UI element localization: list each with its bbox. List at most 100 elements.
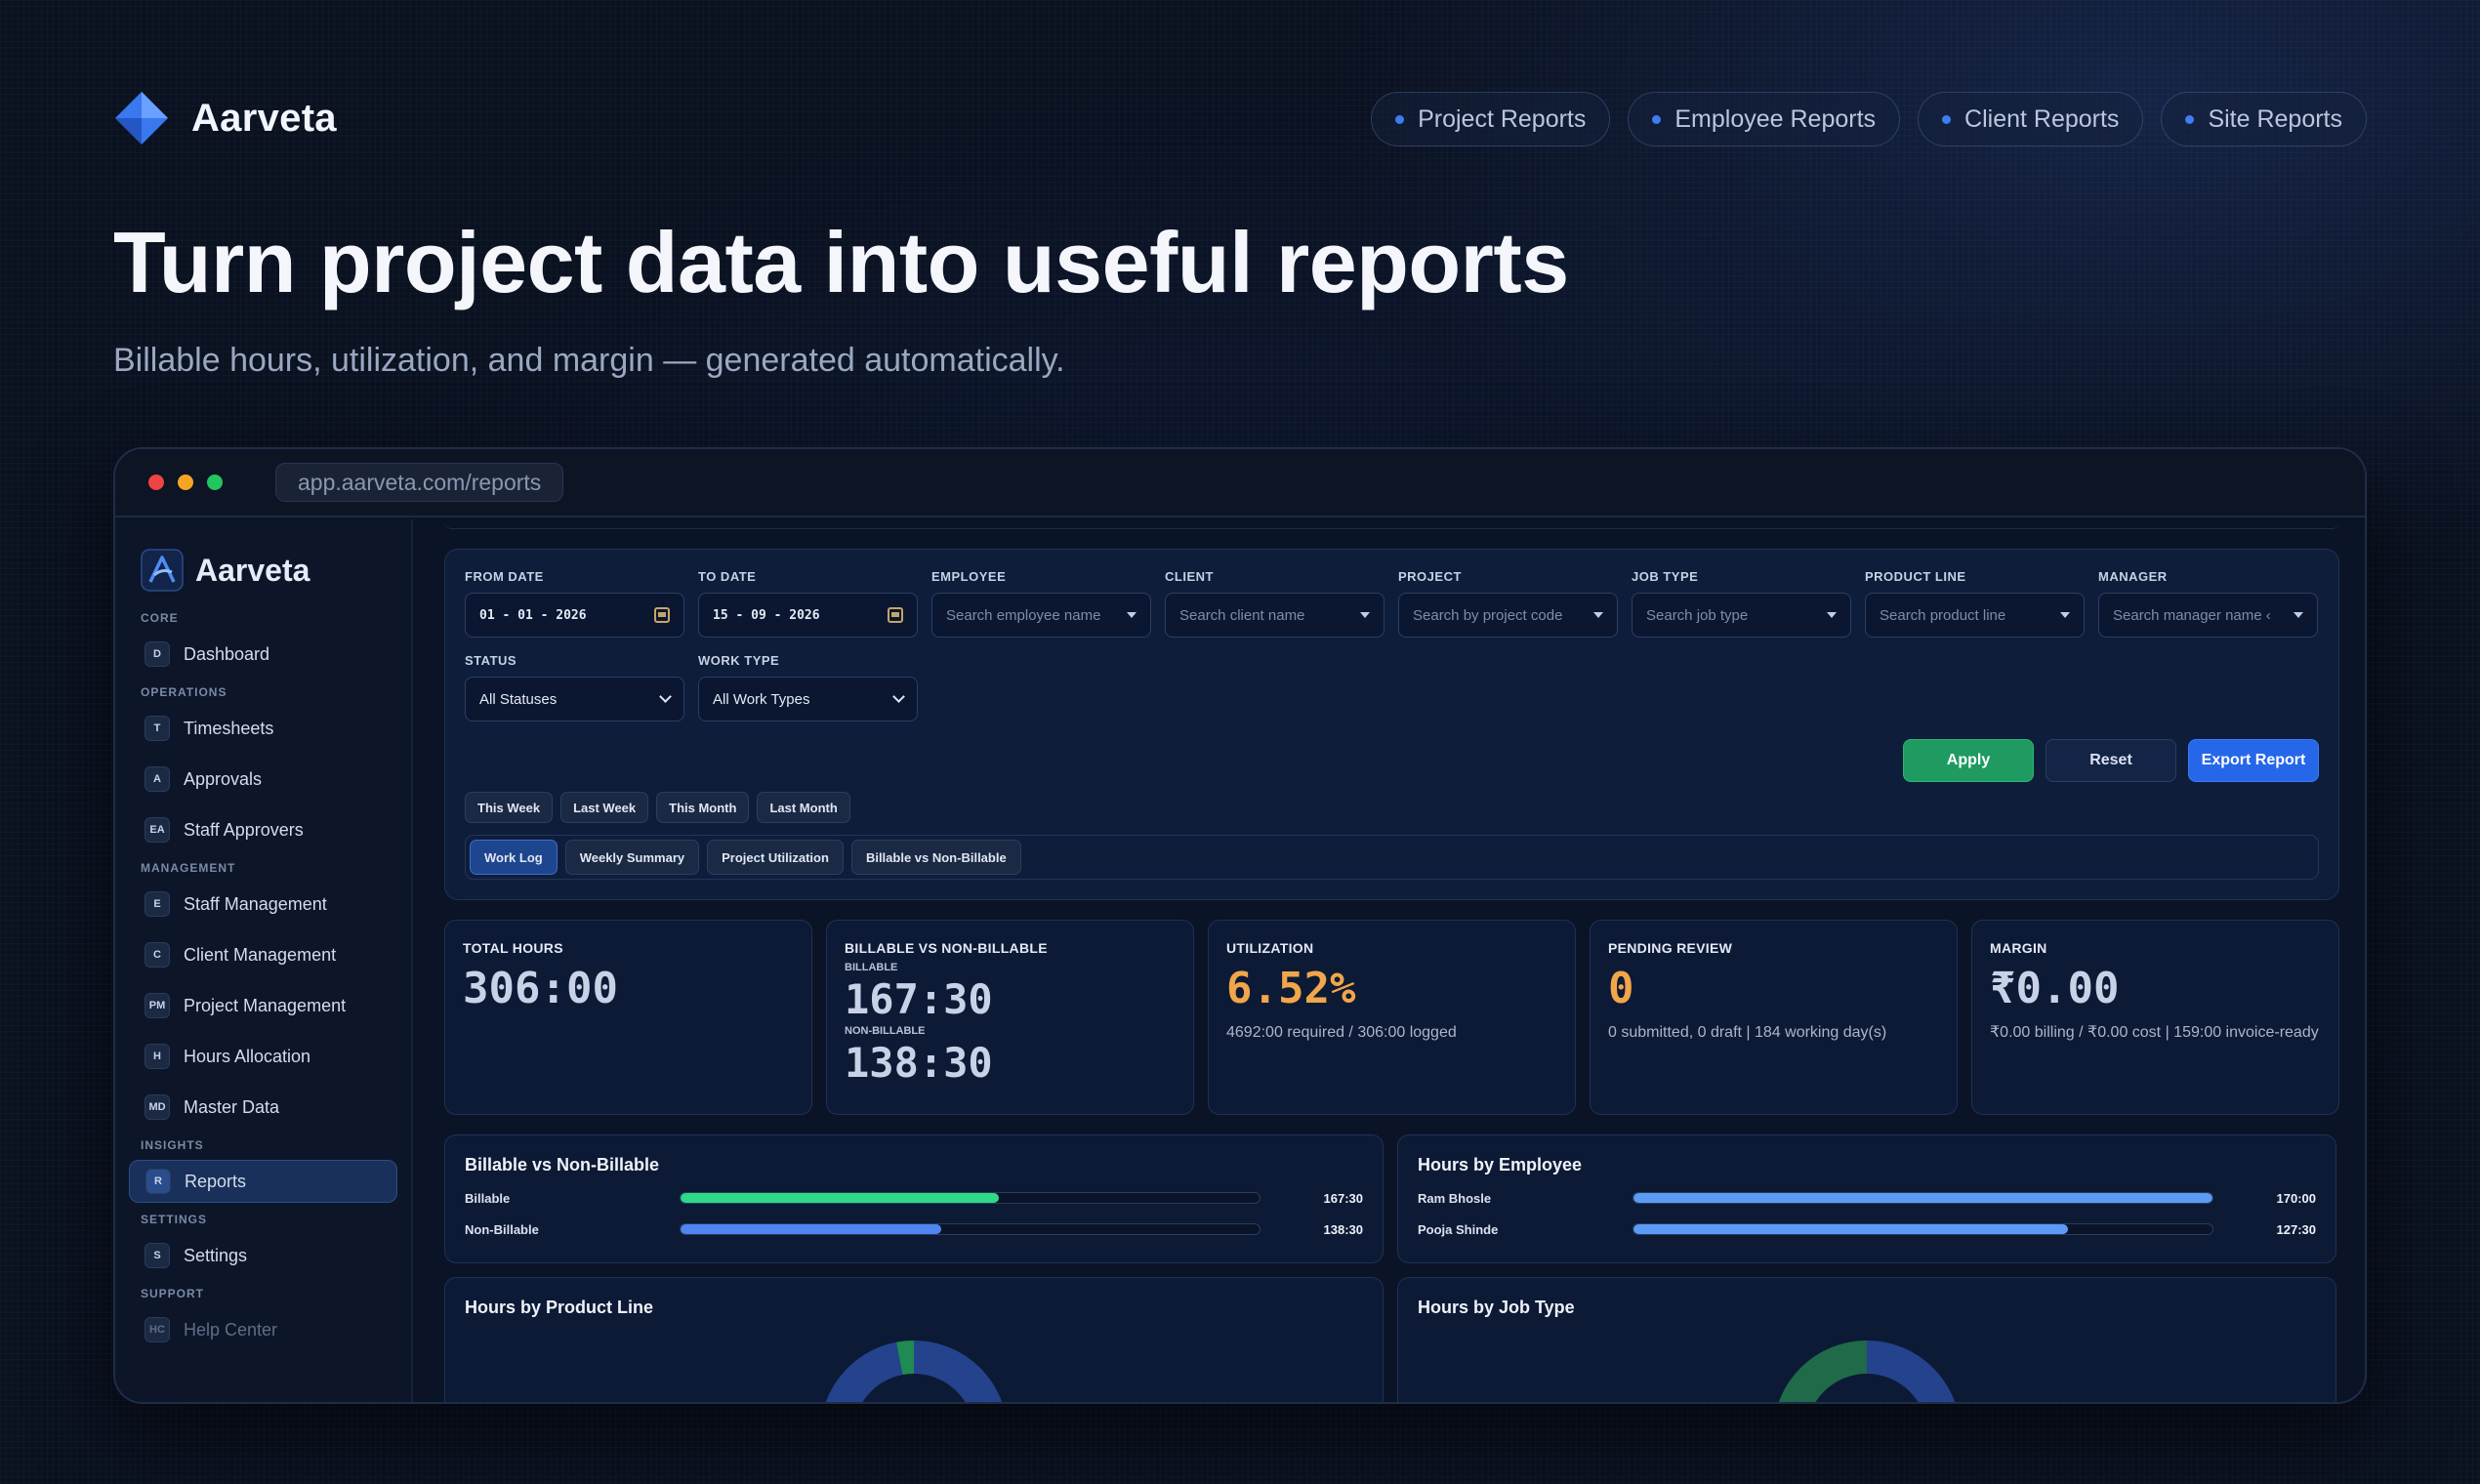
address-bar[interactable]: app.aarveta.com/reports [275,463,564,502]
product-line-search-input[interactable]: Search product line [1865,593,2085,638]
bar-label: Non-Billable [465,1221,539,1237]
tab-work-log[interactable]: Work Log [470,840,558,875]
dashboard-icon: D [145,641,170,667]
sidebar-item-master-data[interactable]: MD Master Data [129,1086,397,1129]
bar-label: Pooja Shinde [1418,1221,1499,1237]
sidebar-section-operations: OPERATIONS [141,685,227,699]
nav-pill-employee-reports[interactable]: Employee Reports [1628,92,1901,146]
bar-row-employee: Pooja Shinde 127:30 [1418,1220,2316,1238]
browser-titlebar: app.aarveta.com/reports [115,449,2365,517]
timesheets-icon: T [145,716,170,741]
hours-allocation-icon: H [145,1044,170,1069]
export-report-button[interactable]: Export Report [2188,739,2319,782]
sidebar-item-label: Timesheets [184,718,274,738]
sidebar-item-reports[interactable]: R Reports [129,1160,397,1203]
to-date-value: 15 - 09 - 2026 [713,607,820,623]
chevron-down-icon [892,690,905,703]
calendar-icon[interactable] [888,607,903,623]
chevron-down-icon [659,690,672,703]
caret-down-icon [1360,612,1370,618]
sidebar-item-settings[interactable]: S Settings [129,1234,397,1277]
bar-label: Billable [465,1190,511,1206]
sidebar-item-label: Reports [185,1171,247,1191]
staff-approvers-icon: EA [145,817,170,843]
status-select[interactable]: All Statuses [465,677,684,721]
quick-range-last-week[interactable]: Last Week [560,792,649,823]
maximize-window-icon[interactable] [207,474,223,490]
master-data-icon: MD [145,1094,170,1120]
sidebar-item-staff-approvers[interactable]: EA Staff Approvers [129,808,397,851]
caret-down-icon [2060,612,2070,618]
employee-placeholder: Search employee name [946,606,1101,624]
nav-pill-label: Client Reports [1964,104,2120,133]
work-type-label: WORK TYPE [698,653,780,668]
bar-value: 127:30 [2276,1221,2316,1237]
sidebar-section-settings: SETTINGS [141,1213,208,1226]
stat-label: UTILIZATION [1226,940,1314,956]
manager-label: MANAGER [2098,569,2168,584]
manager-search-input[interactable]: Search manager name ‹ [2098,593,2318,638]
sidebar-section-support: SUPPORT [141,1287,205,1300]
billable-value: 167:30 [845,975,993,1023]
nav-pill-site-reports[interactable]: Site Reports [2161,92,2367,146]
stat-value: 0 [1608,964,1634,1013]
job-type-donut: 306:00 [1778,1340,1956,1402]
caret-down-icon [1827,612,1837,618]
sidebar-item-help-center[interactable]: HC Help Center [129,1308,397,1351]
to-date-input[interactable]: 15 - 09 - 2026 [698,593,918,638]
client-search-input[interactable]: Search client name [1165,593,1385,638]
sidebar-item-label: Approvals [184,768,263,789]
nav-pill-client-reports[interactable]: Client Reports [1918,92,2144,146]
filter-actions: Apply Reset Export Report [1903,739,2319,782]
panel-title: Hours by Product Line [465,1298,654,1317]
work-type-select[interactable]: All Work Types [698,677,918,721]
minimize-window-icon[interactable] [178,474,193,490]
sidebar-item-staff-management[interactable]: E Staff Management [129,883,397,926]
dot-icon [1395,114,1405,124]
client-placeholder: Search client name [1179,606,1305,624]
sidebar-item-label: Settings [184,1245,248,1265]
stat-value: 6.52% [1226,964,1356,1013]
sidebar-item-timesheets[interactable]: T Timesheets [129,707,397,750]
calendar-icon[interactable] [654,607,670,623]
tab-billable-vs-non-billable[interactable]: Billable vs Non-Billable [850,840,1021,875]
sidebar-item-dashboard[interactable]: D Dashboard [129,633,397,676]
employee-search-input[interactable]: Search employee name [931,593,1151,638]
quick-range-this-week[interactable]: This Week [465,792,554,823]
reset-button[interactable]: Reset [2046,739,2176,782]
nav-pill-label: Site Reports [2208,104,2342,133]
quick-range-last-month[interactable]: Last Month [757,792,850,823]
nav-pill-project-reports[interactable]: Project Reports [1371,92,1611,146]
tab-project-utilization[interactable]: Project Utilization [707,840,844,875]
manager-placeholder: Search manager name ‹ [2113,606,2271,624]
job-type-label: JOB TYPE [1632,569,1699,584]
sidebar-brand[interactable]: Aarveta [129,549,397,592]
from-date-input[interactable]: 01 - 01 - 2026 [465,593,684,638]
app: Aarveta CORE D Dashboard OPERATIONS T Time… [115,519,2365,1402]
product-line-label: PRODUCT LINE [1865,569,1966,584]
sidebar-section-management: MANAGEMENT [141,861,236,875]
from-date-label: FROM DATE [465,569,544,584]
stat-subtext: 4692:00 required / 306:00 logged [1226,1024,1457,1041]
sidebar-item-client-management[interactable]: C Client Management [129,933,397,976]
apply-button[interactable]: Apply [1903,739,2034,782]
bar-value: 167:30 [1323,1190,1363,1206]
stat-subtext: 0 submitted, 0 draft | 184 working day(s… [1608,1024,1887,1041]
sidebar-item-project-management[interactable]: PM Project Management [129,984,397,1027]
sidebar-item-label: Master Data [184,1096,280,1117]
quick-range-this-month[interactable]: This Month [656,792,750,823]
non-billable-mini-label: NON-BILLABLE [845,1025,926,1037]
project-search-input[interactable]: Search by project code [1398,593,1618,638]
filters-row-2: STATUS All Statuses WORK TYPE All Work T… [465,653,2319,721]
close-window-icon[interactable] [148,474,164,490]
from-date-value: 01 - 01 - 2026 [479,607,587,623]
employee-label: EMPLOYEE [931,569,1007,584]
brand-name: Aarveta [191,96,337,140]
brand[interactable]: Aarveta [113,90,337,146]
sidebar-item-approvals[interactable]: A Approvals [129,758,397,801]
sidebar-item-hours-allocation[interactable]: H Hours Allocation [129,1035,397,1078]
job-type-search-input[interactable]: Search job type [1632,593,1851,638]
sidebar-section-insights: INSIGHTS [141,1138,204,1152]
bar-value: 170:00 [2276,1190,2316,1206]
tab-weekly-summary[interactable]: Weekly Summary [564,840,700,875]
